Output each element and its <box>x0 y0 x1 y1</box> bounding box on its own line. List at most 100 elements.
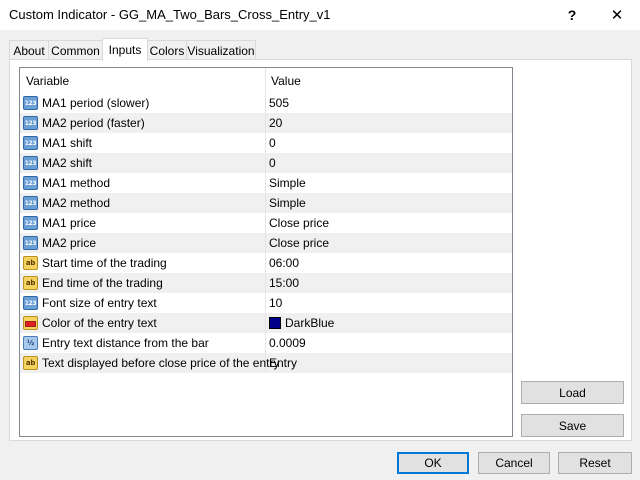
value-cell[interactable]: Entry <box>266 353 512 373</box>
integer-type-icon: 123 <box>23 236 38 250</box>
integer-type-icon: 123 <box>23 296 38 310</box>
integer-type-icon: 123 <box>23 96 38 110</box>
table-row[interactable]: 123 MA1 method Simple <box>20 173 512 193</box>
value-text: 06:00 <box>269 256 300 270</box>
value-text: DarkBlue <box>285 316 335 330</box>
table-row[interactable]: 123 MA1 shift 0 <box>20 133 512 153</box>
variable-cell[interactable]: 123 Font size of entry text <box>20 293 266 313</box>
variable-label: MA2 price <box>42 236 97 250</box>
value-cell[interactable]: 06:00 <box>266 253 512 273</box>
tab-about[interactable]: About <box>9 40 49 60</box>
variable-cell[interactable]: 123 MA2 shift <box>20 153 266 173</box>
value-cell[interactable]: DarkBlue <box>266 313 512 333</box>
integer-type-icon: 123 <box>23 136 38 150</box>
string-type-icon: ab <box>23 276 38 290</box>
value-text: 0.0009 <box>269 336 306 350</box>
value-text: 0 <box>269 156 276 170</box>
value-cell[interactable]: Simple <box>266 173 512 193</box>
table-row[interactable]: ab Start time of the trading 06:00 <box>20 253 512 273</box>
help-button[interactable]: ? <box>549 0 595 30</box>
variable-label: Font size of entry text <box>42 296 157 310</box>
value-text: 10 <box>269 296 283 310</box>
table-row[interactable]: 123 Font size of entry text 10 <box>20 293 512 313</box>
value-text: 20 <box>269 116 283 130</box>
variable-cell[interactable]: 123 MA2 method <box>20 193 266 213</box>
tab-colors[interactable]: Colors <box>147 40 187 60</box>
variable-label: MA1 price <box>42 216 97 230</box>
value-text: 15:00 <box>269 276 300 290</box>
inputs-table[interactable]: Variable Value 123 MA1 period (slower) 505… <box>19 67 513 437</box>
value-text: Entry <box>269 356 298 370</box>
tab-visualization[interactable]: Visualization <box>186 40 256 60</box>
table-row[interactable]: 123 MA2 period (faster) 20 <box>20 113 512 133</box>
variable-label: Color of the entry text <box>42 316 157 330</box>
tab-strip: About Common Inputs Colors Visualization <box>9 38 259 61</box>
close-button[interactable]: ✕ <box>594 0 640 30</box>
value-cell[interactable]: 0 <box>266 133 512 153</box>
variable-label: MA1 period (slower) <box>42 96 150 110</box>
variable-cell[interactable]: ab End time of the trading <box>20 273 266 293</box>
table-row[interactable]: Color of the entry text DarkBlue <box>20 313 512 333</box>
variable-cell[interactable]: 123 MA1 method <box>20 173 266 193</box>
table-row[interactable]: 123 MA1 price Close price <box>20 213 512 233</box>
table-row[interactable]: 123 MA2 shift 0 <box>20 153 512 173</box>
color-swatch <box>269 317 281 329</box>
table-row[interactable]: ½ Entry text distance from the bar 0.0009 <box>20 333 512 353</box>
table-rows: 123 MA1 period (slower) 505 123 MA2 period (… <box>20 93 512 373</box>
string-type-icon: ab <box>23 356 38 370</box>
variable-cell[interactable]: 123 MA2 price <box>20 233 266 253</box>
table-header: Variable Value <box>20 68 512 93</box>
value-text: Simple <box>269 176 306 190</box>
window-title: Custom Indicator - GG_MA_Two_Bars_Cross_… <box>9 7 331 22</box>
table-row[interactable]: ab Text displayed before close price of t… <box>20 353 512 373</box>
tab-inputs[interactable]: Inputs <box>102 38 148 61</box>
integer-type-icon: 123 <box>23 176 38 190</box>
value-cell[interactable]: 0 <box>266 153 512 173</box>
variable-label: MA1 shift <box>42 136 93 150</box>
color-type-icon <box>23 316 38 330</box>
value-cell[interactable]: Simple <box>266 193 512 213</box>
value-text: Close price <box>269 216 330 230</box>
value-text: 0 <box>269 136 276 150</box>
table-row[interactable]: 123 MA2 price Close price <box>20 233 512 253</box>
title-bar: Custom Indicator - GG_MA_Two_Bars_Cross_… <box>0 0 640 30</box>
variable-cell[interactable]: ½ Entry text distance from the bar <box>20 333 266 353</box>
table-row[interactable]: ab End time of the trading 15:00 <box>20 273 512 293</box>
value-text: Simple <box>269 196 306 210</box>
value-text: Close price <box>269 236 330 250</box>
variable-label: Text displayed before close price of the… <box>42 356 280 370</box>
ok-button[interactable]: OK <box>397 452 469 474</box>
value-cell[interactable]: 20 <box>266 113 512 133</box>
cancel-button[interactable]: Cancel <box>478 452 550 474</box>
integer-type-icon: 123 <box>23 116 38 130</box>
variable-cell[interactable]: ab Text displayed before close price of t… <box>20 353 279 373</box>
variable-cell[interactable]: 123 MA2 period (faster) <box>20 113 266 133</box>
value-cell[interactable]: 505 <box>266 93 512 113</box>
variable-cell[interactable]: ab Start time of the trading <box>20 253 266 273</box>
variable-label: End time of the trading <box>42 276 163 290</box>
dialog-window: Custom Indicator - GG_MA_Two_Bars_Cross_… <box>0 0 640 480</box>
value-cell[interactable]: 15:00 <box>266 273 512 293</box>
value-cell[interactable]: 0.0009 <box>266 333 512 353</box>
integer-type-icon: 123 <box>23 216 38 230</box>
integer-type-icon: 123 <box>23 196 38 210</box>
column-header-variable[interactable]: Variable <box>20 68 266 93</box>
tab-common[interactable]: Common <box>48 40 103 60</box>
variable-cell[interactable]: Color of the entry text <box>20 313 266 333</box>
variable-cell[interactable]: 123 MA1 period (slower) <box>20 93 266 113</box>
string-type-icon: ab <box>23 256 38 270</box>
variable-cell[interactable]: 123 MA1 price <box>20 213 266 233</box>
value-cell[interactable]: Close price <box>266 233 512 253</box>
variable-label: Entry text distance from the bar <box>42 336 209 350</box>
save-button[interactable]: Save <box>521 414 624 437</box>
value-cell[interactable]: 10 <box>266 293 512 313</box>
variable-label: MA2 method <box>42 196 111 210</box>
value-text: 505 <box>269 96 290 110</box>
reset-button[interactable]: Reset <box>558 452 632 474</box>
value-cell[interactable]: Close price <box>266 213 512 233</box>
table-row[interactable]: 123 MA1 period (slower) 505 <box>20 93 512 113</box>
table-row[interactable]: 123 MA2 method Simple <box>20 193 512 213</box>
load-button[interactable]: Load <box>521 381 624 404</box>
column-header-value[interactable]: Value <box>266 68 512 93</box>
variable-cell[interactable]: 123 MA1 shift <box>20 133 266 153</box>
